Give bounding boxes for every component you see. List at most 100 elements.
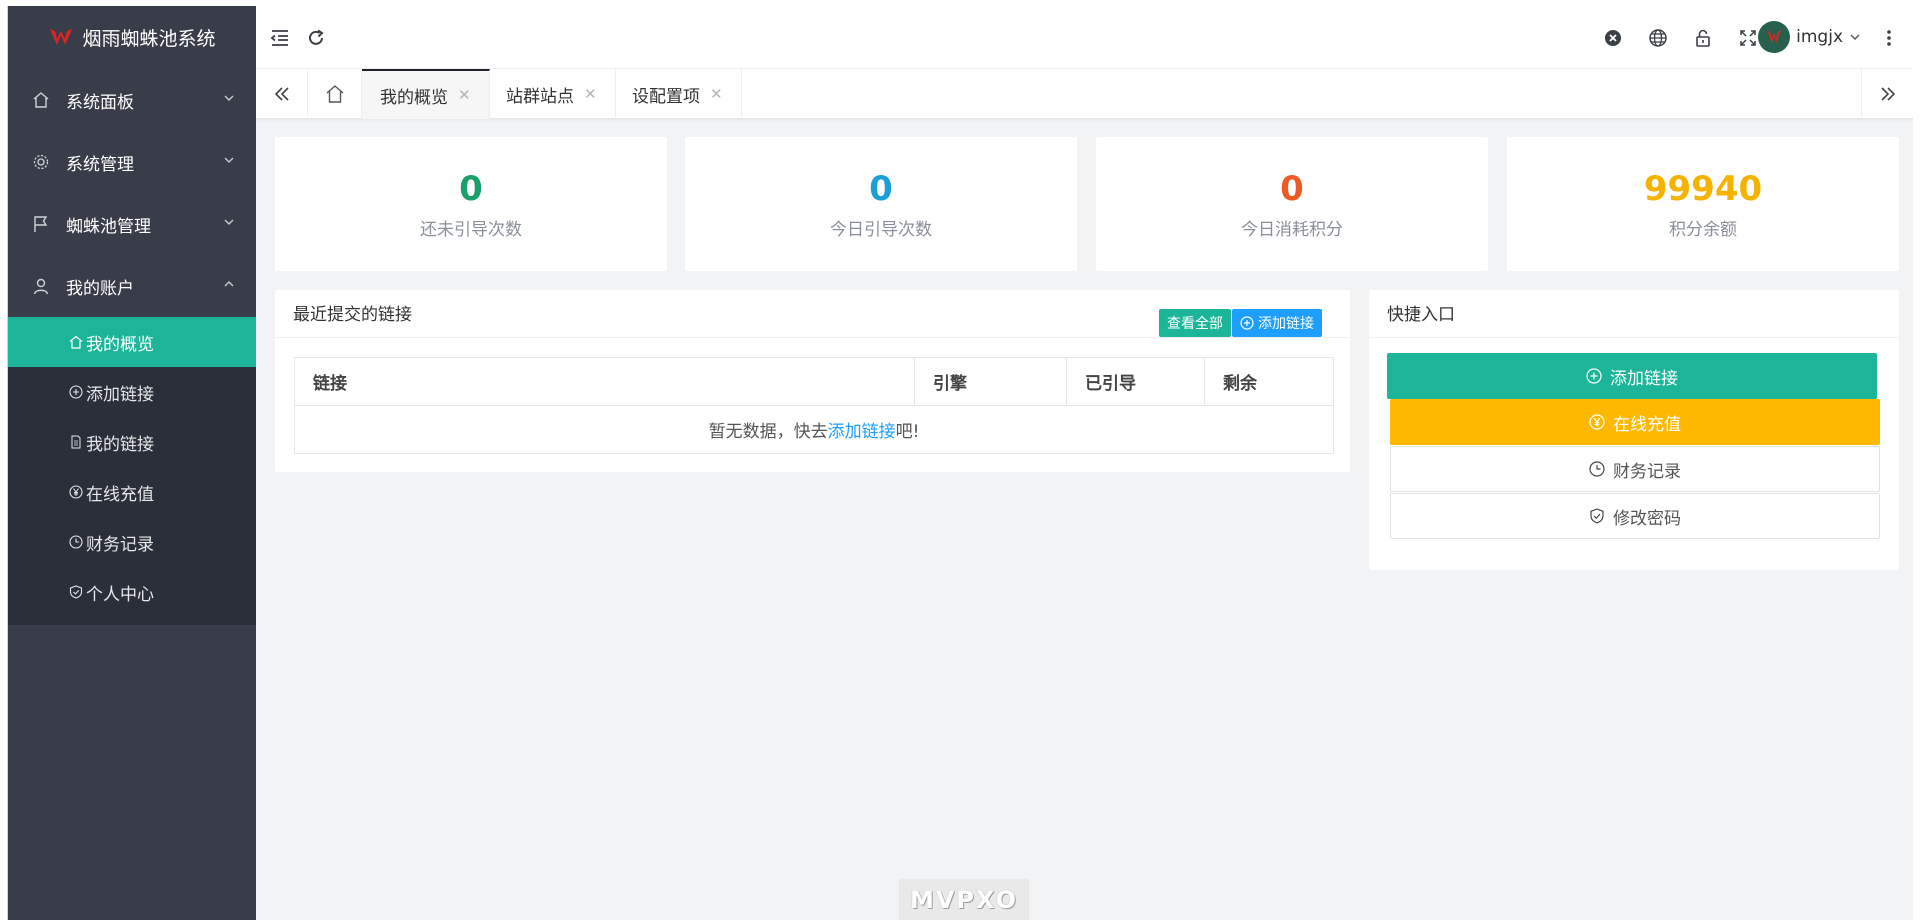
button-label: 修改密码 xyxy=(1613,508,1681,529)
yen-circle-icon xyxy=(1589,414,1605,430)
tab-config[interactable]: 设配置项 ✕ xyxy=(614,69,742,119)
sidebar-item-label: 我的账户 xyxy=(66,278,134,299)
button-label: 在线充值 xyxy=(1613,414,1681,435)
sidebar-item-label: 系统管理 xyxy=(66,154,134,175)
sidebar-item-system-manage[interactable]: 系统管理 xyxy=(8,131,256,193)
button-label: 添加链接 xyxy=(1610,368,1678,389)
links-table: 链接 引擎 已引导 剩余 暂无数据，快去添加链接吧! xyxy=(294,357,1334,454)
submenu-item-finance[interactable]: 财务记录 xyxy=(8,517,256,567)
tab-bar: 我的概览 ✕ 站群站点 ✕ 设配置项 ✕ xyxy=(256,69,1913,119)
document-icon xyxy=(68,434,84,450)
quick-add-link-button[interactable]: 添加链接 xyxy=(1387,353,1877,399)
submenu-item-recharge[interactable]: 在线充值 xyxy=(8,467,256,517)
submenu-item-my-links[interactable]: 我的链接 xyxy=(8,417,256,467)
stat-value: 0 xyxy=(1280,169,1304,209)
column-header: 剩余 xyxy=(1204,357,1334,406)
submenu-item-label: 个人中心 xyxy=(86,584,154,605)
lock-icon[interactable] xyxy=(1691,26,1715,50)
empty-state: 暂无数据，快去添加链接吧! xyxy=(295,406,1334,454)
submenu-item-profile[interactable]: 个人中心 xyxy=(8,567,256,617)
sidebar-item-spider-pool[interactable]: 蜘蛛池管理 xyxy=(8,193,256,255)
tab-label: 站群站点 xyxy=(506,86,574,107)
tab-scroll-left-icon[interactable] xyxy=(256,69,308,119)
gear-icon xyxy=(30,151,52,173)
add-link-label: 添加链接 xyxy=(1258,316,1314,332)
sidebar-item-my-account[interactable]: 我的账户 xyxy=(8,255,256,317)
stat-label: 还未引导次数 xyxy=(420,220,522,240)
username: imgjx xyxy=(1796,27,1843,47)
chevron-up-icon xyxy=(224,281,234,287)
chevron-down-icon xyxy=(1850,34,1860,40)
close-icon[interactable]: ✕ xyxy=(458,86,471,104)
stat-card-today-guided: 0 今日引导次数 xyxy=(685,137,1077,271)
close-circle-icon[interactable] xyxy=(1601,26,1625,50)
column-header: 引擎 xyxy=(914,357,1067,406)
refresh-icon[interactable] xyxy=(304,26,328,50)
empty-add-link[interactable]: 添加链接 xyxy=(828,422,896,442)
fullscreen-icon[interactable] xyxy=(1736,26,1760,50)
plus-circle-icon xyxy=(68,384,84,400)
tab-sites[interactable]: 站群站点 ✕ xyxy=(488,69,616,119)
more-vertical-icon[interactable] xyxy=(1877,26,1901,50)
clock-icon xyxy=(1589,461,1605,477)
submenu-item-label: 在线充值 xyxy=(86,484,154,505)
recent-links-panel: 最近提交的链接 查看全部 添加链接 链接 引擎 已引导 剩余 暂无数据，快去添加… xyxy=(275,290,1350,472)
shield-check-icon xyxy=(1590,508,1604,524)
panel-title: 快捷入口 xyxy=(1369,290,1899,338)
tab-label: 我的概览 xyxy=(380,87,448,108)
globe-icon[interactable] xyxy=(1646,26,1670,50)
sidebar-menu: 系统面板 系统管理 蜘蛛池管理 我的账户 xyxy=(8,69,256,317)
tab-overview[interactable]: 我的概览 ✕ xyxy=(362,69,490,119)
plus-circle-icon xyxy=(1586,368,1602,384)
account-submenu: 我的概览 添加链接 我的链接 在线充值 财务记录 个人中心 xyxy=(8,317,256,625)
sidebar-item-system-panel[interactable]: 系统面板 xyxy=(8,69,256,131)
collapse-sidebar-icon[interactable] xyxy=(268,26,292,50)
table-header-row: 链接 引擎 已引导 剩余 xyxy=(294,357,1334,406)
stat-label: 今日消耗积分 xyxy=(1241,220,1343,240)
quick-entry-panel: 快捷入口 添加链接 在线充值 财务记录 修改密码 xyxy=(1369,290,1899,570)
home-icon xyxy=(68,334,84,350)
yen-circle-icon xyxy=(68,484,84,500)
brand[interactable]: 烟雨蜘蛛池系统 xyxy=(8,6,256,69)
app-frame: 烟雨蜘蛛池系统 系统面板 系统管理 蜘蛛池管理 我的账户 我的概览 添加链接 我… xyxy=(7,6,1913,920)
button-label: 财务记录 xyxy=(1613,461,1681,482)
flag-icon xyxy=(30,213,52,235)
quick-change-password-button[interactable]: 修改密码 xyxy=(1390,493,1880,539)
sidebar-item-label: 系统面板 xyxy=(66,92,134,113)
logo-icon xyxy=(50,28,73,45)
tab-home-icon[interactable] xyxy=(308,69,362,119)
add-link-button[interactable]: 添加链接 xyxy=(1232,309,1322,337)
view-all-label: 查看全部 xyxy=(1167,316,1223,332)
close-icon[interactable]: ✕ xyxy=(710,85,723,103)
top-header: imgjx xyxy=(256,6,1913,69)
app-name: 烟雨蜘蛛池系统 xyxy=(82,28,216,50)
table-row: 暂无数据，快去添加链接吧! xyxy=(295,406,1334,454)
stat-value: 0 xyxy=(459,169,483,209)
watermark: MVPXO xyxy=(899,879,1029,920)
stat-card-pending: 0 还未引导次数 xyxy=(275,137,667,271)
view-all-button[interactable]: 查看全部 xyxy=(1159,309,1231,337)
plus-circle-icon xyxy=(1240,316,1254,330)
chevron-down-icon xyxy=(224,219,234,225)
user-icon xyxy=(30,275,52,297)
chevron-down-icon xyxy=(224,95,234,101)
submenu-item-label: 我的概览 xyxy=(86,334,154,355)
quick-finance-button[interactable]: 财务记录 xyxy=(1390,446,1880,492)
clock-icon xyxy=(68,534,84,550)
stat-value: 0 xyxy=(869,169,893,209)
user-menu[interactable]: imgjx xyxy=(1758,19,1861,55)
submenu-item-overview[interactable]: 我的概览 xyxy=(8,317,256,367)
close-icon[interactable]: ✕ xyxy=(584,85,597,103)
sidebar: 烟雨蜘蛛池系统 系统面板 系统管理 蜘蛛池管理 我的账户 我的概览 添加链接 我… xyxy=(8,6,256,920)
tab-label: 设配置项 xyxy=(632,86,700,107)
stat-label: 今日引导次数 xyxy=(830,220,932,240)
empty-suffix: 吧! xyxy=(895,422,920,442)
submenu-item-add-link[interactable]: 添加链接 xyxy=(8,367,256,417)
submenu-item-label: 财务记录 xyxy=(86,534,154,555)
stat-card-balance: 99940 积分余额 xyxy=(1507,137,1899,271)
quick-recharge-button[interactable]: 在线充值 xyxy=(1390,399,1880,445)
chevron-down-icon xyxy=(224,157,234,163)
submenu-item-label: 添加链接 xyxy=(86,384,154,405)
tab-scroll-right-icon[interactable] xyxy=(1861,69,1913,119)
avatar xyxy=(1758,21,1791,53)
